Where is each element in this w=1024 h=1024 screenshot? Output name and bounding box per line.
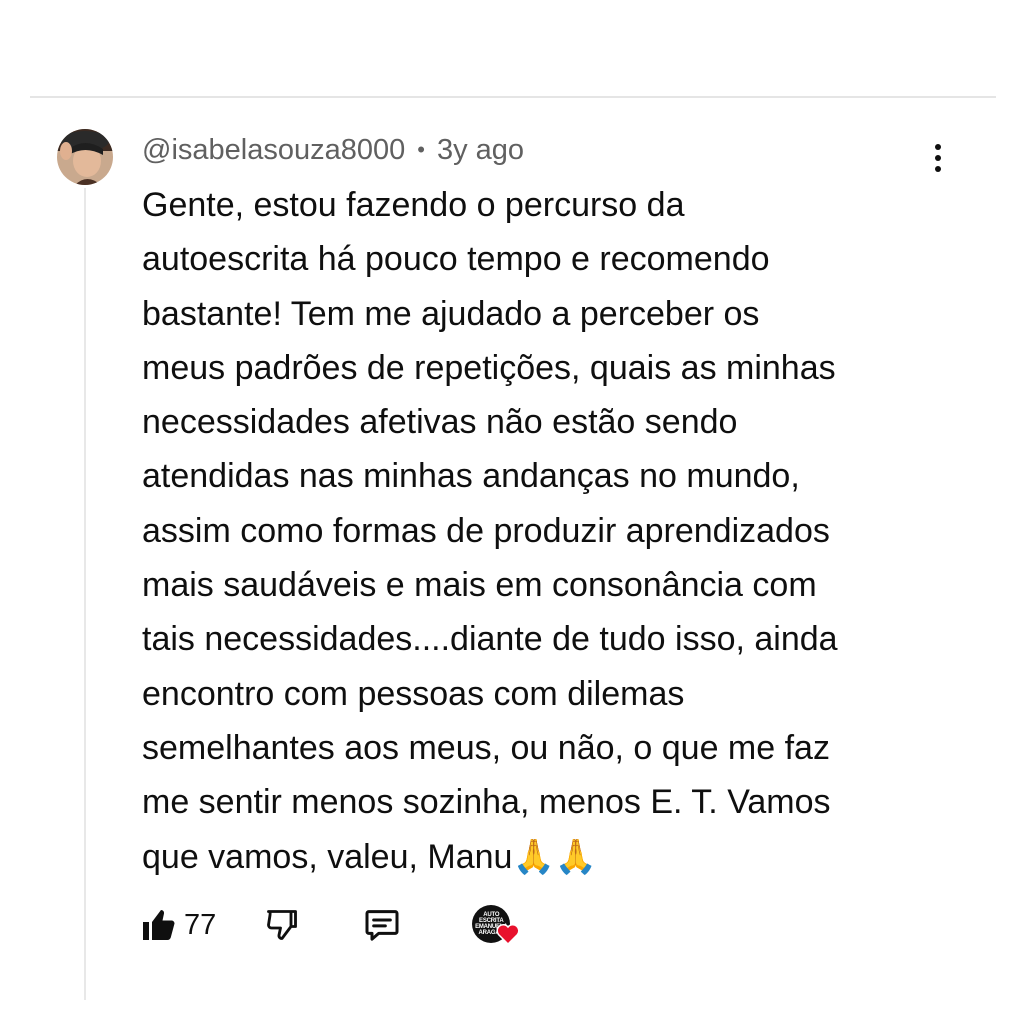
thread-line [84,188,86,1000]
like-button[interactable]: 77 [140,907,216,943]
dislike-button[interactable] [264,907,300,943]
comment-header: @isabelasouza8000 • 3y ago [142,132,524,168]
more-options-button[interactable] [920,136,956,180]
avatar[interactable] [57,129,113,185]
more-vertical-icon [935,144,941,150]
thumbs-down-icon [267,910,298,940]
more-dot [935,155,941,161]
creator-heart-badge[interactable]: AUTO ESCRITA EMANUELA ARAGÃO [472,901,524,949]
heart-icon [496,923,520,945]
timestamp[interactable]: 3y ago [437,134,524,167]
comment-actions: 77 AUTO ESCRITA EMANUELA ARAGÃO [140,900,524,950]
comment-text: Gente, estou fazendo o percurso da autoe… [142,186,838,876]
top-divider [30,96,996,98]
like-count: 77 [184,908,217,941]
more-dot [935,166,941,172]
reply-icon [365,910,399,941]
thumbs-up-icon [143,910,175,940]
pray-emoji: 🙏🙏 [512,837,598,876]
comment-text-block: Gente, estou fazendo o percurso da autoe… [142,178,1002,884]
meta-separator: • [417,137,425,162]
avatar-image [57,129,113,185]
username[interactable]: @isabelasouza8000 [142,134,405,167]
reply-button[interactable] [362,905,402,945]
